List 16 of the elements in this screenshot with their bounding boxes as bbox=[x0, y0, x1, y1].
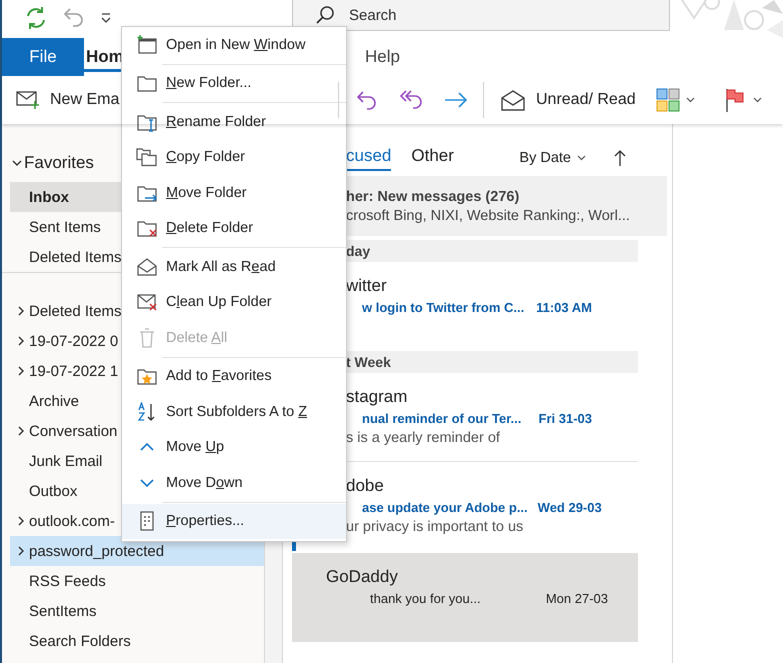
message-date: Fri 31-03 bbox=[538, 411, 592, 426]
message-sender: GoDaddy bbox=[326, 567, 399, 587]
message-date: Mon 27-03 bbox=[546, 591, 608, 606]
message-subject: w login to Twitter from C... bbox=[362, 300, 524, 315]
banner-senders: crosoft Bing, NIXI, Website Ranking:, Worl... bbox=[346, 208, 631, 224]
message-sender: stagram bbox=[346, 387, 408, 407]
message-subject: nual reminder of our Ter... bbox=[362, 411, 522, 426]
message-subject: ase update your Adobe p... bbox=[362, 500, 528, 515]
banner-title: her: New messages (276) bbox=[346, 188, 520, 204]
message-sender: dobe bbox=[346, 476, 385, 496]
message-preview: ur privacy is important to us bbox=[346, 519, 524, 535]
message-date: Wed 29-03 bbox=[538, 500, 602, 515]
message-preview: s is a yearly reminder of bbox=[346, 430, 501, 446]
message-subject: thank you for you... bbox=[370, 591, 481, 606]
message-sender: witter bbox=[346, 276, 388, 296]
message-date: 11:03 AM bbox=[536, 300, 592, 315]
